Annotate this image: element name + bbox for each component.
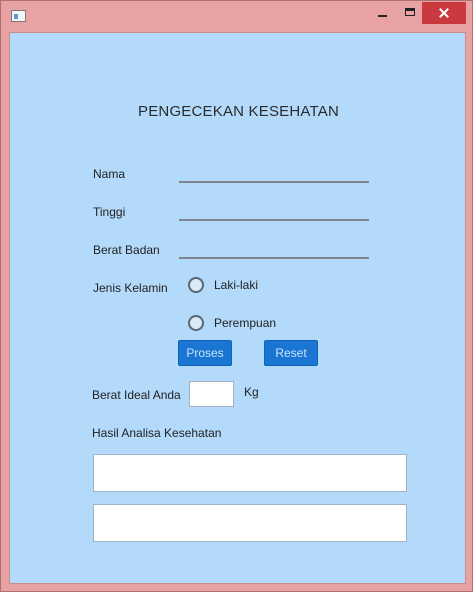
app-icon bbox=[11, 10, 26, 22]
kg-unit-label: Kg bbox=[244, 385, 259, 399]
maximize-button[interactable] bbox=[397, 2, 423, 24]
minimize-button[interactable] bbox=[369, 2, 395, 24]
berat-badan-input[interactable] bbox=[179, 237, 369, 259]
title-bar[interactable] bbox=[1, 1, 472, 31]
radio-laki-laki[interactable]: Laki-laki bbox=[188, 277, 258, 293]
radio-perempuan[interactable]: Perempuan bbox=[188, 315, 276, 331]
proses-button[interactable]: Proses bbox=[178, 340, 232, 366]
page-title: PENGECEKAN KESEHATAN bbox=[138, 103, 339, 120]
radio-label-perempuan: Perempuan bbox=[214, 316, 277, 330]
app-window: PENGECEKAN KESEHATAN Nama Tinggi Berat B… bbox=[0, 0, 473, 592]
form-panel: PENGECEKAN KESEHATAN Nama Tinggi Berat B… bbox=[9, 32, 466, 584]
hasil-analisa-field-2[interactable] bbox=[93, 504, 407, 542]
nama-input[interactable] bbox=[179, 161, 369, 183]
hasil-analisa-field-1[interactable] bbox=[93, 454, 407, 492]
berat-ideal-field[interactable] bbox=[189, 381, 234, 407]
tinggi-input[interactable] bbox=[179, 199, 369, 221]
close-button[interactable] bbox=[422, 2, 466, 24]
radio-label-laki-laki: Laki-laki bbox=[214, 278, 259, 292]
tinggi-label: Tinggi bbox=[93, 205, 126, 219]
radio-circle-icon[interactable] bbox=[188, 277, 204, 293]
berat-badan-label: Berat Badan bbox=[93, 243, 160, 257]
jenis-kelamin-label: Jenis Kelamin bbox=[93, 281, 168, 295]
radio-circle-icon[interactable] bbox=[188, 315, 204, 331]
berat-ideal-label: Berat Ideal Anda bbox=[92, 388, 181, 402]
nama-label: Nama bbox=[93, 167, 126, 181]
reset-button[interactable]: Reset bbox=[264, 340, 318, 366]
hasil-analisa-label: Hasil Analisa Kesehatan bbox=[92, 426, 222, 440]
